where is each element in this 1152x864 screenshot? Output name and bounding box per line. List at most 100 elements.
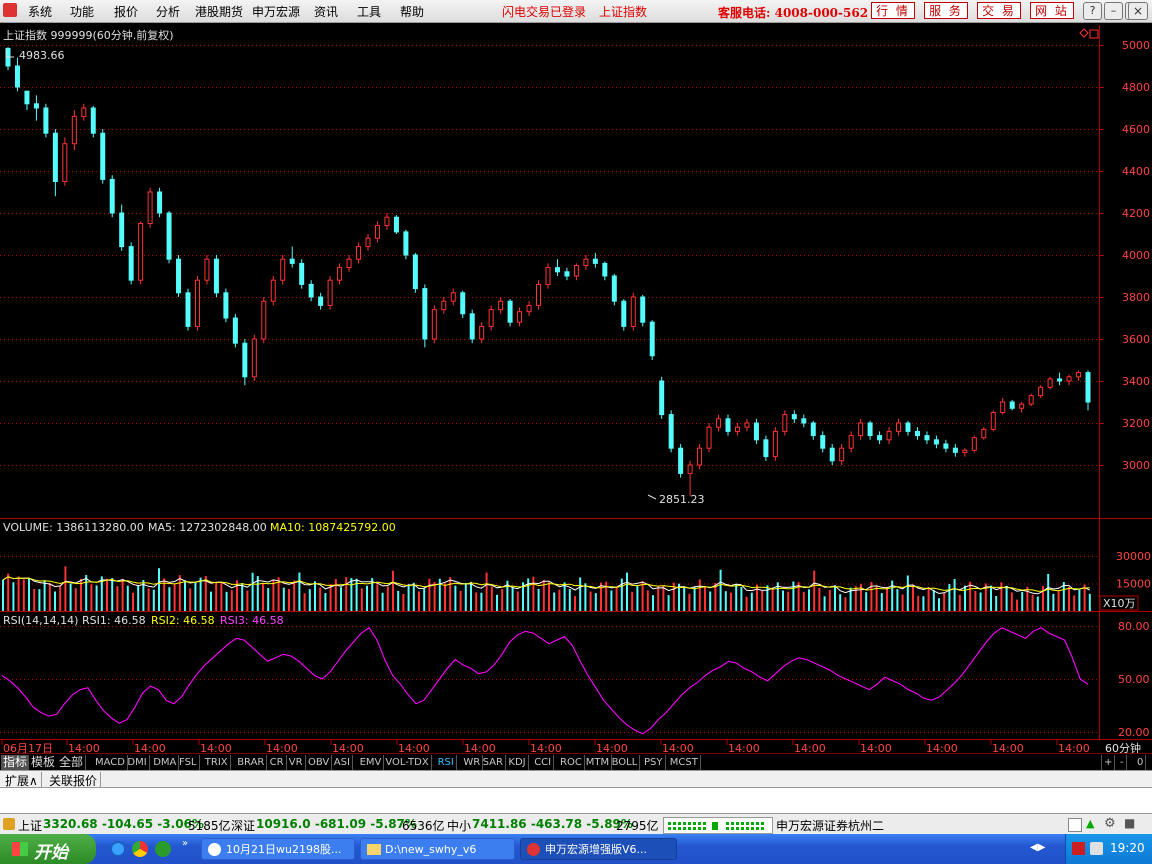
indicator-tab-1[interactable]: 模板 xyxy=(29,755,59,770)
volume-bar xyxy=(896,589,899,611)
indicator-fsl[interactable]: FSL xyxy=(177,755,200,770)
candle xyxy=(753,418,759,444)
candle xyxy=(365,234,371,251)
indicator-roc[interactable]: ROC xyxy=(558,755,585,770)
refresh-icon[interactable] xyxy=(155,841,171,857)
indicator-vr[interactable]: VR xyxy=(287,755,306,770)
menu-hk-futures[interactable]: 港股期货 xyxy=(195,3,243,20)
indicator-cci[interactable]: CCI xyxy=(532,755,555,770)
indicator-obv[interactable]: OBV xyxy=(306,755,333,770)
kline-chart[interactable]: 5000 4800 4600 4400 4200 4000 3800 3600 3400 3200… xyxy=(0,22,1152,759)
task-item-browser[interactable]: 10月21日wu2198股... xyxy=(201,838,355,860)
indicator-vol-tdx[interactable]: VOL-TDX xyxy=(383,755,432,770)
candle xyxy=(1066,374,1072,386)
indicator-dma[interactable]: DMA xyxy=(151,755,180,770)
menu-help[interactable]: 帮助 xyxy=(400,3,424,20)
menu-news[interactable]: 资讯 xyxy=(314,3,338,20)
volume-bar xyxy=(111,578,114,611)
minimize-icon[interactable]: – xyxy=(1104,2,1123,20)
indicator-rsi[interactable]: RSI xyxy=(436,755,457,770)
indicator-mtm[interactable]: MTM xyxy=(584,755,613,770)
candle xyxy=(640,294,646,327)
menu-swhy[interactable]: 申万宏源 xyxy=(252,3,300,20)
candle xyxy=(469,309,475,344)
volume-ma5-line xyxy=(2,576,1091,595)
menu-quote[interactable]: 报价 xyxy=(114,3,138,20)
indicator-asi[interactable]: ASI xyxy=(332,755,353,770)
candle xyxy=(498,297,504,314)
zoom-reset-button[interactable]: 0 xyxy=(1135,755,1147,770)
menu-system[interactable]: 系统 xyxy=(28,3,52,20)
candle xyxy=(393,215,399,234)
taskbar-arrows-icon[interactable]: ◀▶ xyxy=(1030,842,1045,853)
indicator-macd[interactable]: MACD xyxy=(93,755,128,770)
sh-index-value[interactable]: 3320.68 -104.65 -3.06% xyxy=(43,817,204,831)
menu-function[interactable]: 功能 xyxy=(70,3,94,20)
network-icon[interactable] xyxy=(1072,842,1085,855)
start-button[interactable]: 开始 xyxy=(0,834,96,864)
service-button[interactable]: 服 务 xyxy=(924,2,968,19)
volume-bar xyxy=(329,584,332,611)
volume-ma5-label: MA5: 1272302848.00 xyxy=(148,521,267,534)
task-item-folder[interactable]: D:\new_swhy_v6 xyxy=(360,838,515,860)
window-close-button[interactable]: × xyxy=(1128,2,1148,20)
task-item-trading-app[interactable]: 申万宏源增强版V6... xyxy=(520,838,677,860)
indicator-boll[interactable]: BOLL xyxy=(610,755,641,770)
indicator-mcst[interactable]: MCST xyxy=(668,755,701,770)
volume-bar xyxy=(1047,573,1050,611)
candle xyxy=(289,246,295,268)
candle xyxy=(138,221,144,285)
menu-analysis[interactable]: 分析 xyxy=(156,3,180,20)
price-tick-label: 4800 xyxy=(1122,81,1150,94)
indicator-dmi[interactable]: DMI xyxy=(125,755,150,770)
ie-icon[interactable] xyxy=(110,841,126,857)
menu-tools[interactable]: 工具 xyxy=(357,3,381,20)
indicator-sar[interactable]: SAR xyxy=(481,755,506,770)
zoom-out-button[interactable]: - xyxy=(1118,755,1127,770)
note-icon[interactable] xyxy=(1068,818,1082,832)
chrome-icon[interactable] xyxy=(132,841,148,857)
volume-bar xyxy=(324,593,327,611)
market-button[interactable]: 行 情 xyxy=(871,2,915,19)
quicklaunch-more-icon[interactable]: » xyxy=(182,838,188,849)
website-button[interactable]: 网 站 xyxy=(1030,2,1074,19)
zx-index-value[interactable]: 7411.86 -463.78 -5.89% xyxy=(472,817,633,831)
indicator-kdj[interactable]: KDJ xyxy=(506,755,529,770)
sz-index-value[interactable]: 10916.0 -681.09 -5.87% xyxy=(256,817,417,831)
chart-corner-icons[interactable] xyxy=(1079,28,1099,39)
volume-bar xyxy=(1088,593,1091,611)
lock-icon[interactable]: ■ xyxy=(1124,816,1138,830)
indicator-cr[interactable]: CR xyxy=(268,755,287,770)
volume-bar xyxy=(475,592,478,611)
settings-icon[interactable]: ⚙ xyxy=(1104,816,1118,831)
trade-button[interactable]: 交 易 xyxy=(977,2,1021,19)
zoom-in-button[interactable]: + xyxy=(1101,755,1116,770)
candle xyxy=(867,420,873,440)
candle xyxy=(280,255,286,285)
volume-bar xyxy=(407,584,410,611)
low-price-label: 2851.23 xyxy=(659,493,705,506)
volume-bar xyxy=(1036,596,1039,611)
candle xyxy=(924,431,930,444)
volume-bar xyxy=(158,568,160,611)
indicator-trix[interactable]: TRIX xyxy=(203,755,231,770)
indicator-psy[interactable]: PSY xyxy=(642,755,666,770)
app-icon[interactable] xyxy=(3,3,17,17)
candle xyxy=(185,288,191,331)
index-status-bar: 上证 3320.68 -104.65 -3.06% 5185亿 深证 10916… xyxy=(0,813,1152,835)
signal-icon[interactable]: ▲ xyxy=(1086,817,1100,831)
indicator-tab-0[interactable]: 指标 xyxy=(1,755,31,770)
indicator-brar[interactable]: BRAR xyxy=(235,755,268,770)
indicator-tab-2[interactable]: 全部 xyxy=(57,755,87,770)
sz-index-label: 深证 xyxy=(231,819,256,833)
volume-bar xyxy=(839,594,842,611)
indicator-emv[interactable]: EMV xyxy=(358,755,385,770)
volume-bar xyxy=(813,570,816,611)
candle xyxy=(1047,376,1053,390)
windows-logo-icon xyxy=(12,842,28,856)
rsi-grid: 80.00 50.00 20.00 xyxy=(0,620,1150,739)
help-icon[interactable]: ? xyxy=(1083,2,1102,20)
volume-icon[interactable] xyxy=(1090,842,1103,855)
volume-bar xyxy=(579,577,582,611)
candle xyxy=(261,297,267,344)
